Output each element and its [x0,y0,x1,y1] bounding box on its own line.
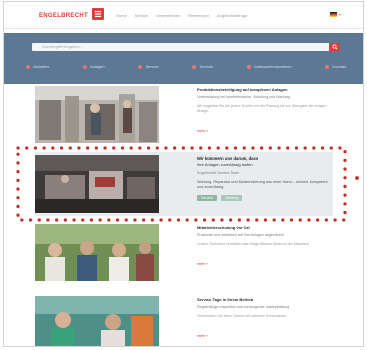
flag-icon[interactable] [330,12,337,17]
article-text: Vereinbaren Sie einen Termin mit unserem… [197,314,287,318]
category-label: Service [145,64,159,69]
search-button[interactable] [329,43,340,51]
category-item[interactable]: Anlagen [82,64,105,70]
category-label: Technik [199,64,213,69]
category-item[interactable]: Kontakt [325,64,346,70]
dot-icon [325,65,330,69]
tag-list: Service Wartung [197,195,329,201]
menu-item-references[interactable]: Referenzen [188,11,209,20]
category-item[interactable]: Technik [192,64,213,70]
top-navigation: ENGELBRECHT Home Service Unternehmen Ref… [4,2,363,29]
article-text: Wir begleiten Sie bei jedem Schritt von … [197,104,327,113]
chevron-down-icon[interactable]: ▾ [339,12,341,17]
article-subtitle: Praxisnah und individuell auf Ihre Anlag… [197,233,284,237]
read-more-link[interactable]: mehr » [197,262,208,266]
dot-icon [26,65,30,69]
article-card: Produktionsbeteiligung auf komplexen Anl… [35,86,335,143]
category-label: Aktuelles [33,64,50,69]
menu-item-service[interactable]: Service [135,11,148,20]
article-info: Service-Tage in Ihrem Betrieb Regelmäßig… [197,297,333,342]
featured-meta: Engelbrecht Service-Team [197,171,240,175]
search-banner: Suchbegriff eingeben... Aktuelles Anlage… [4,33,363,84]
search-input[interactable]: Suchbegriff eingeben... [32,43,330,51]
menu-item-company[interactable]: Unternehmen [156,11,180,20]
tag-button[interactable]: Wartung [220,195,243,201]
menu-item-home[interactable]: Home [116,11,127,20]
category-item[interactable]: Aktuelles [26,64,49,70]
logo-badge-icon[interactable] [92,8,104,20]
dot-icon [82,65,87,69]
article-title[interactable]: Produktionsbeteiligung auf komplexen Anl… [197,87,333,93]
article-card: Service-Tage in Ihrem Betrieb Regelmäßig… [35,296,335,346]
article-image[interactable] [35,296,159,346]
featured-article: Wir kümmern uns darum, dass Ihre Anlagen… [35,152,333,216]
featured-subtitle: Ihre Anlagen zuverlässig laufen [197,162,253,167]
search-icon [332,44,338,50]
main-menu: Home Service Unternehmen Referenzen Ange… [116,11,247,20]
read-more-link[interactable]: mehr » [197,334,208,338]
article-title[interactable]: Mitarbeiterschulung vor Ort [197,225,333,231]
dot-icon [246,65,251,69]
dot-icon [192,65,197,69]
article-info: Produktionsbeteiligung auf komplexen Anl… [197,87,333,137]
category-label: Kontakt [332,64,346,69]
featured-info: Wir kümmern uns darum, dass Ihre Anlagen… [197,156,329,201]
article-image[interactable] [35,224,159,281]
category-item[interactable]: Gebrauchtmaschinen [246,64,292,70]
category-label: Gebrauchtmaschinen [253,64,292,69]
article-text: Unsere Techniker vermitteln das nötige W… [197,242,311,246]
article-subtitle: Regelmäßige Inspektion und vorbeugende I… [197,305,290,309]
category-label: Anlagen [89,64,105,69]
featured-text: Wartung, Reparatur und Modernisierung au… [197,180,328,189]
article-subtitle: Unterstützung bei Inbetriebnahme, Schulu… [197,95,290,99]
article-card: Mitarbeiterschulung vor Ort Praxisnah un… [35,224,335,281]
article-title[interactable]: Service-Tage in Ihrem Betrieb [197,297,333,303]
browser-page: ENGELBRECHT Home Service Unternehmen Ref… [3,1,364,347]
tag-button[interactable]: Service [197,195,217,201]
article-image[interactable] [35,86,159,143]
category-bar: Aktuelles Anlagen Service Technik Gebrau… [26,64,346,70]
dot-icon [138,65,143,69]
featured-image[interactable] [35,155,159,213]
menu-item-request[interactable]: Angebotsanfrage [217,11,247,20]
logo[interactable]: ENGELBRECHT [39,11,88,21]
category-item[interactable]: Service [138,64,159,70]
article-info: Mitarbeiterschulung vor Ort Praxisnah un… [197,225,333,270]
read-more-link[interactable]: mehr » [197,129,208,133]
search-placeholder: Suchbegriff eingeben... [42,44,84,49]
